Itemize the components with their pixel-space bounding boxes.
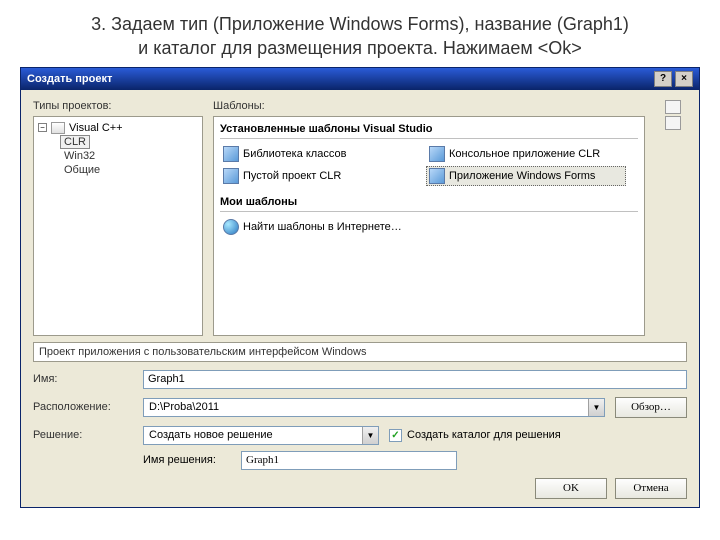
template-description: Проект приложения с пользовательским инт… xyxy=(33,342,687,362)
template-label: Приложение Windows Forms xyxy=(449,170,595,182)
installed-templates-header: Установленные шаблоны Visual Studio xyxy=(220,123,638,139)
tree-item-clr[interactable]: CLR xyxy=(60,135,90,149)
solution-name-input[interactable] xyxy=(241,451,457,470)
checkbox-box: ✓ xyxy=(389,429,402,442)
template-label: Консольное приложение CLR xyxy=(449,148,600,160)
create-dir-label: Создать каталог для решения xyxy=(407,429,561,441)
location-combo[interactable]: D:\Proba\2011 ▼ xyxy=(143,398,605,417)
new-project-dialog: Создать проект ? × Типы проектов: − Visu… xyxy=(20,67,700,508)
view-switcher xyxy=(659,100,687,336)
template-icon xyxy=(223,168,239,184)
chevron-down-icon[interactable]: ▼ xyxy=(362,427,378,444)
cancel-button[interactable]: Отмена xyxy=(615,478,687,499)
folder-icon xyxy=(51,122,65,134)
tree-item-win32[interactable]: Win32 xyxy=(60,149,198,163)
search-online-label: Найти шаблоны в Интернете… xyxy=(243,221,402,233)
small-icons-view[interactable] xyxy=(665,116,681,130)
location-label: Расположение: xyxy=(33,401,133,413)
dialog-title: Создать проект xyxy=(27,73,651,85)
browse-button[interactable]: Обзор… xyxy=(615,397,687,418)
search-online-templates[interactable]: Найти шаблоны в Интернете… xyxy=(220,217,420,237)
template-icon xyxy=(429,168,445,184)
template-console-clr[interactable]: Консольное приложение CLR xyxy=(426,144,626,164)
tree-root-label: Visual C++ xyxy=(69,122,123,134)
name-label: Имя: xyxy=(33,373,133,385)
collapse-icon[interactable]: − xyxy=(38,123,47,132)
template-icon xyxy=(223,146,239,162)
ok-button[interactable]: OK xyxy=(535,478,607,499)
template-label: Пустой проект CLR xyxy=(243,170,341,182)
template-label: Библиотека классов xyxy=(243,148,346,160)
large-icons-view[interactable] xyxy=(665,100,681,114)
titlebar: Создать проект ? × xyxy=(21,68,699,90)
chevron-down-icon[interactable]: ▼ xyxy=(588,399,604,416)
slide-caption: 3. Задаем тип (Приложение Windows Forms)… xyxy=(0,0,720,67)
template-empty-clr[interactable]: Пустой проект CLR xyxy=(220,166,420,186)
solution-combo-value: Создать новое решение xyxy=(144,429,362,441)
location-value: D:\Proba\2011 xyxy=(144,401,588,413)
create-dir-checkbox[interactable]: ✓ Создать каталог для решения xyxy=(389,429,561,442)
check-icon: ✓ xyxy=(391,430,399,441)
template-winforms[interactable]: Приложение Windows Forms xyxy=(426,166,626,186)
tree-item-general[interactable]: Общие xyxy=(60,163,198,177)
my-templates-header: Мои шаблоны xyxy=(220,196,638,212)
tree-root-node[interactable]: − Visual C++ xyxy=(38,121,198,135)
help-button[interactable]: ? xyxy=(654,71,672,87)
project-types-tree[interactable]: − Visual C++ CLR Win32 Общие xyxy=(33,116,203,336)
solution-name-label: Имя решения: xyxy=(143,454,231,466)
caption-line-1: 3. Задаем тип (Приложение Windows Forms)… xyxy=(40,12,680,36)
template-class-library[interactable]: Библиотека классов xyxy=(220,144,420,164)
solution-label: Решение: xyxy=(33,429,133,441)
globe-icon xyxy=(223,219,239,235)
close-button[interactable]: × xyxy=(675,71,693,87)
name-input[interactable] xyxy=(143,370,687,389)
project-types-label: Типы проектов: xyxy=(33,100,203,112)
templates-label: Шаблоны: xyxy=(213,100,645,112)
template-icon xyxy=(429,146,445,162)
caption-line-2: и каталог для размещения проекта. Нажима… xyxy=(40,36,680,60)
solution-combo[interactable]: Создать новое решение ▼ xyxy=(143,426,379,445)
templates-pane: Установленные шаблоны Visual Studio Библ… xyxy=(213,116,645,336)
